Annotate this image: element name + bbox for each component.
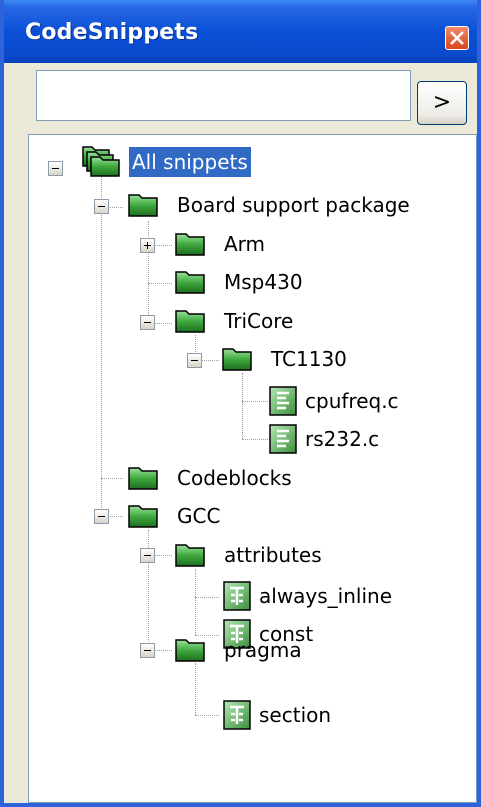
folder-icon xyxy=(128,467,158,490)
close-icon xyxy=(450,31,464,45)
expand-toggle[interactable] xyxy=(140,238,155,253)
tree-node-all-snippets[interactable]: All snippets xyxy=(129,147,251,177)
collapse-toggle[interactable] xyxy=(140,548,155,563)
tree-node-always-inline[interactable]: always_inline xyxy=(256,581,395,611)
tree-connector xyxy=(195,635,219,636)
window-title: CodeSnippets xyxy=(25,20,199,45)
folder-icon xyxy=(222,348,252,371)
collapse-toggle[interactable] xyxy=(140,643,155,658)
folders-icon xyxy=(82,146,120,177)
code-snippets-panel: CodeSnippets > All snippets Board suppor… xyxy=(0,0,481,807)
tree-node-gcc[interactable]: GCC xyxy=(174,501,223,531)
tree-connector xyxy=(148,221,149,323)
folder-icon xyxy=(128,194,158,217)
collapse-toggle[interactable] xyxy=(187,353,202,368)
title-bar: CodeSnippets xyxy=(4,0,477,63)
snippets-tree[interactable]: All snippets Board support package Arm M… xyxy=(28,134,477,803)
tree-connector xyxy=(195,597,219,598)
folder-icon xyxy=(175,271,205,294)
tree-node-tc1130[interactable]: TC1130 xyxy=(268,344,350,374)
tree-node-rs232-c[interactable]: rs232.c xyxy=(302,424,382,454)
tree-connector xyxy=(195,715,219,716)
file-snippet-icon xyxy=(269,386,297,416)
tree-connector xyxy=(195,663,196,715)
collapse-toggle[interactable] xyxy=(94,199,109,214)
tree-connector xyxy=(242,439,268,440)
collapse-toggle[interactable] xyxy=(140,315,155,330)
file-snippet-icon xyxy=(269,424,297,454)
folder-icon xyxy=(175,233,205,256)
tree-connector xyxy=(242,373,243,439)
tree-node-cpufreq-c[interactable]: cpufreq.c xyxy=(302,386,402,416)
folder-icon xyxy=(175,544,205,567)
tree-node-attributes[interactable]: attributes xyxy=(221,540,325,570)
text-snippet-icon xyxy=(223,581,251,611)
tree-connector xyxy=(101,478,123,479)
text-snippet-icon xyxy=(223,700,251,730)
tree-node-tricore[interactable]: TriCore xyxy=(221,306,296,336)
collapse-toggle[interactable] xyxy=(48,161,63,176)
search-go-button[interactable]: > xyxy=(417,81,467,125)
tree-connector xyxy=(242,401,268,402)
tree-connector xyxy=(195,569,196,635)
tree-connector xyxy=(148,283,172,284)
close-button[interactable] xyxy=(445,26,469,50)
tree-node-pragma[interactable]: pragma xyxy=(221,635,305,665)
folder-icon xyxy=(175,639,205,662)
tree-node-board-support-package[interactable]: Board support package xyxy=(174,190,413,220)
tree-node-section[interactable]: section xyxy=(256,700,334,730)
folder-icon xyxy=(175,310,205,333)
collapse-toggle[interactable] xyxy=(94,509,109,524)
tree-connector xyxy=(101,175,102,512)
tree-node-msp430[interactable]: Msp430 xyxy=(221,267,306,297)
tree-node-arm[interactable]: Arm xyxy=(221,229,268,259)
tree-node-codeblocks[interactable]: Codeblocks xyxy=(174,463,295,493)
folder-icon xyxy=(128,505,158,528)
search-input[interactable] xyxy=(36,70,411,121)
